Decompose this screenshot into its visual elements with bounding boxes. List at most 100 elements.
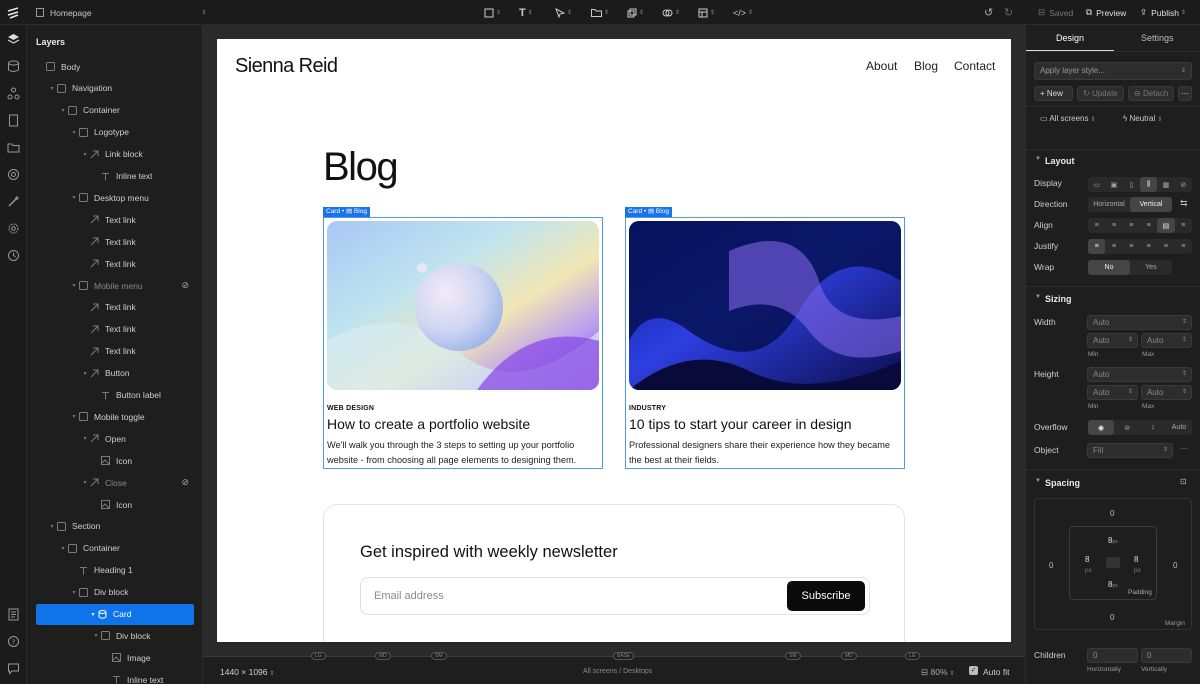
box-tool-icon[interactable]: ⇕ bbox=[484, 0, 501, 25]
layer-style-select[interactable]: Apply layer style... ⇕ bbox=[1034, 62, 1192, 80]
breakpoint-sm[interactable]: SM bbox=[785, 652, 801, 660]
overflow-auto[interactable]: Auto bbox=[1166, 420, 1192, 435]
expand-caret-icon[interactable]: ▾ bbox=[81, 151, 89, 158]
expand-caret-icon[interactable]: ▾ bbox=[70, 129, 78, 136]
blog-card[interactable]: Card • ▤ Blog bbox=[323, 207, 603, 469]
direction-vertical[interactable]: Vertical bbox=[1130, 197, 1172, 212]
folder-tool-icon[interactable]: ⇕ bbox=[591, 0, 609, 25]
hidden-eye-icon[interactable]: ⊘ bbox=[181, 280, 189, 291]
margin-left-value[interactable]: 0 bbox=[1049, 561, 1053, 570]
interactions-icon[interactable] bbox=[7, 168, 20, 181]
padding-bottom-value[interactable]: 8px bbox=[1108, 580, 1118, 589]
spacing-collapse-icon[interactable]: ▼ bbox=[1035, 478, 1041, 484]
blog-card[interactable]: Card • ▤ Blog bbox=[625, 207, 905, 469]
overflow-visible-icon[interactable]: ◉ bbox=[1088, 420, 1114, 435]
breakpoint-lg[interactable]: LG bbox=[905, 652, 920, 660]
layer-row[interactable]: ▾ Desktop menu bbox=[27, 187, 202, 208]
padding-box[interactable]: 8px 8 px 8 px 8px Padding bbox=[1069, 526, 1157, 600]
sizing-collapse-icon[interactable]: ▼ bbox=[1035, 294, 1041, 300]
redo-icon[interactable]: ↻ bbox=[1004, 0, 1013, 25]
tab-settings[interactable]: Settings bbox=[1141, 25, 1174, 51]
overflow-options[interactable]: ◉ ⊘ ↕ Auto bbox=[1088, 420, 1192, 435]
justify-between-icon[interactable]: ≡ bbox=[1140, 239, 1157, 254]
layer-row[interactable]: Button label bbox=[27, 385, 202, 406]
autofit-checkbox[interactable]: ✓ bbox=[969, 666, 978, 675]
canvas-area[interactable]: Sienna Reid About Blog Contact Blog Card… bbox=[203, 25, 1025, 655]
components-tool-icon[interactable]: ⇕ bbox=[627, 0, 644, 25]
object-more-icon[interactable]: ⋯ bbox=[1180, 444, 1188, 453]
page-selector[interactable]: Homepage ⇕ bbox=[36, 0, 207, 25]
tab-design[interactable]: Design bbox=[1056, 25, 1084, 51]
screens-select[interactable]: ▭ All screens ⇕ bbox=[1040, 114, 1096, 123]
layer-row[interactable]: ▾ Div block bbox=[27, 582, 202, 603]
layer-row[interactable]: ▾ Mobile menu ⊘ bbox=[27, 275, 202, 296]
display-flex-icon[interactable]: ⫼ bbox=[1139, 177, 1158, 192]
layer-row[interactable]: ▾ Container bbox=[27, 100, 202, 121]
help-icon[interactable]: ? bbox=[7, 635, 20, 648]
breakpoint-base[interactable]: BASE bbox=[613, 652, 635, 660]
docs-icon[interactable] bbox=[7, 608, 20, 621]
align-end-icon[interactable]: ≡ bbox=[1123, 218, 1140, 233]
padding-right-value[interactable]: 8 bbox=[1134, 555, 1138, 564]
layer-row[interactable]: ▾ Container bbox=[27, 538, 202, 559]
pages-icon[interactable] bbox=[7, 114, 20, 127]
children-horizontal-input[interactable]: 0 bbox=[1087, 648, 1138, 663]
margin-bottom-value[interactable]: 0 bbox=[1110, 613, 1114, 622]
layout-tool-icon[interactable]: ⇕ bbox=[698, 0, 715, 25]
display-none-icon[interactable]: ⊘ bbox=[1175, 177, 1192, 192]
text-tool-icon[interactable]: T ⇕ bbox=[519, 0, 533, 25]
publish-button[interactable]: ⇪ Publish ⇕ bbox=[1140, 0, 1186, 25]
chat-icon[interactable] bbox=[7, 662, 20, 675]
layer-row[interactable]: Image bbox=[27, 647, 202, 668]
nav-link-blog[interactable]: Blog bbox=[914, 59, 938, 73]
align-stretch-icon[interactable]: ▤ bbox=[1157, 218, 1175, 233]
min-height-input[interactable]: Auto ⇕ bbox=[1087, 385, 1138, 400]
zoom-control[interactable]: ⊟ 80% ⇕ bbox=[921, 667, 955, 678]
state-select[interactable]: ϟ Neutral ⇕ bbox=[1123, 114, 1162, 123]
preview-button[interactable]: ⧉ Preview bbox=[1086, 0, 1126, 25]
overflow-hidden-icon[interactable]: ⊘ bbox=[1114, 420, 1140, 435]
layer-row[interactable]: Heading 1 bbox=[27, 560, 202, 581]
link-tool-icon[interactable]: ⇕ bbox=[662, 0, 680, 25]
wrap-yes[interactable]: Yes bbox=[1130, 260, 1172, 275]
wrap-no[interactable]: No bbox=[1088, 260, 1130, 275]
layer-row[interactable]: ▾ Section bbox=[27, 516, 202, 537]
align-top-icon[interactable]: ≡ bbox=[1175, 218, 1192, 233]
blog-heading[interactable]: Blog bbox=[323, 145, 399, 190]
overflow-scroll-icon[interactable]: ↕ bbox=[1140, 420, 1166, 435]
new-style-button[interactable]: + New bbox=[1034, 86, 1073, 101]
magic-wand-icon[interactable] bbox=[7, 195, 20, 208]
height-input[interactable]: Auto ⇕ bbox=[1087, 367, 1192, 382]
card-image[interactable] bbox=[629, 221, 901, 390]
expand-caret-icon[interactable]: ▾ bbox=[81, 370, 89, 377]
code-tool-icon[interactable]: </> ⇕ bbox=[733, 0, 753, 25]
expand-caret-icon[interactable]: ▾ bbox=[59, 545, 67, 552]
layers-icon[interactable] bbox=[7, 33, 20, 46]
newsletter-block[interactable]: Get inspired with weekly newsletter Emai… bbox=[323, 504, 905, 642]
align-start-icon[interactable]: ≡ bbox=[1088, 218, 1105, 233]
brand-logotype[interactable]: Sienna Reid bbox=[235, 55, 338, 78]
layer-row[interactable]: Text link bbox=[27, 319, 202, 340]
hidden-eye-icon[interactable]: ⊘ bbox=[181, 477, 189, 488]
layer-row[interactable]: ▾ Close ⊘ bbox=[27, 472, 202, 493]
breakpoint-sm[interactable]: SM bbox=[431, 652, 447, 660]
justify-evenly-icon[interactable]: ≡ bbox=[1175, 239, 1192, 254]
expand-caret-icon[interactable]: ▾ bbox=[81, 435, 89, 442]
layer-row[interactable]: Inline text bbox=[27, 669, 202, 684]
layer-row[interactable]: ▾ Logotype bbox=[27, 122, 202, 143]
display-inline-block-icon[interactable]: ▣ bbox=[1105, 177, 1122, 192]
breakpoint-md[interactable]: MD bbox=[375, 652, 391, 660]
undo-icon[interactable]: ↺ bbox=[984, 0, 993, 25]
display-block-icon[interactable]: ▭ bbox=[1088, 177, 1105, 192]
wrap-options[interactable]: No Yes bbox=[1088, 260, 1172, 275]
layer-row[interactable]: ▾ Link block bbox=[27, 144, 202, 165]
justify-options[interactable]: ≡ ≡ ≡ ≡ ≡ ≡ bbox=[1088, 239, 1192, 254]
padding-left-value[interactable]: 8 bbox=[1085, 555, 1089, 564]
layer-row[interactable]: ▾ Card bbox=[36, 603, 194, 625]
layer-row[interactable]: Text link bbox=[27, 341, 202, 362]
canvas-size[interactable]: 1440 × 1096 ⇕ bbox=[220, 667, 275, 677]
justify-around-icon[interactable]: ≡ bbox=[1157, 239, 1174, 254]
database-icon[interactable] bbox=[7, 60, 20, 73]
layer-row[interactable]: Text link bbox=[27, 231, 202, 252]
app-logo[interactable] bbox=[7, 0, 19, 25]
